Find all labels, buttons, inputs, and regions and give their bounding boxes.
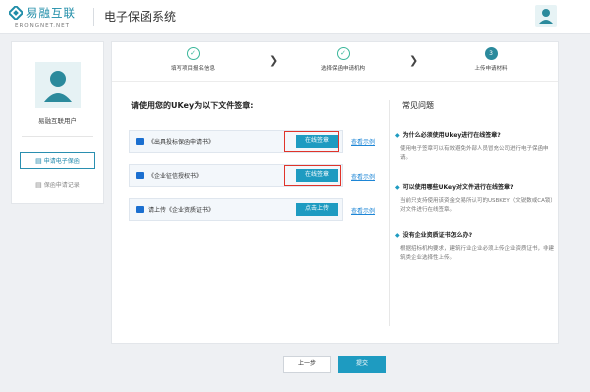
view-example-link[interactable]: 查看示例 xyxy=(351,137,375,146)
sidebar-user-name: 易融互联用户 xyxy=(38,117,77,125)
sidebar-item-label: 申请电子保函 xyxy=(43,158,80,165)
upload-button[interactable]: 点击上传 xyxy=(296,203,338,216)
document-row: 请上传《企业资质证书》 点击上传 xyxy=(129,198,343,221)
sidebar-item-records[interactable]: ▤ 保函申请记录 xyxy=(20,176,95,193)
highlight-frame xyxy=(284,131,339,152)
folder-icon xyxy=(136,172,144,179)
step-label: 选择保函申请机构 xyxy=(320,66,365,72)
logo[interactable]: 易融互联 ERONGNET.NET xyxy=(9,4,89,30)
faq-answer: 根据招标机构要求，建筑行业企业必须上传企业资质证书，非建筑类企业选择性上传。 xyxy=(400,246,555,261)
sidebar-item-apply[interactable]: ▤ 申请电子保函 xyxy=(20,152,95,169)
check-icon: ✓ xyxy=(186,47,200,60)
panel-divider xyxy=(389,100,390,326)
step-number: 3 xyxy=(484,47,498,60)
chevron-right-icon: ❯ xyxy=(269,54,279,67)
faq-question: ◆ 为什么必须使用Ukey进行在线签章? xyxy=(395,132,501,139)
top-bar: 易融互联 ERONGNET.NET 电子保函系统 xyxy=(0,0,590,34)
submit-button[interactable]: 提交 xyxy=(338,356,386,373)
bullet-icon: ◆ xyxy=(395,232,400,239)
sidebar-divider xyxy=(22,136,93,137)
system-title: 电子保函系统 xyxy=(104,10,177,24)
bullet-icon: ◆ xyxy=(395,184,400,191)
document-name: 《企业征信授权书》 xyxy=(148,173,203,180)
step-label: 上传申请材料 xyxy=(474,66,508,72)
record-icon: ▤ xyxy=(35,180,42,189)
step-3: 3 上传申请材料 xyxy=(441,47,541,72)
section-title: 请使用您的UKey为以下文件签章: xyxy=(131,101,254,110)
faq-question: ◆ 可以使用哪些UKey对文件进行在线签章? xyxy=(395,184,514,191)
main-panel: ✓ 填写项目报名信息 ❯ ✓ 选择保函申请机构 ❯ 3 上传申请材料 请使用您的… xyxy=(111,41,559,344)
sidebar-item-label: 保函申请记录 xyxy=(43,182,80,189)
logo-diamond-icon xyxy=(9,6,23,20)
step-2: ✓ 选择保函申请机构 xyxy=(293,47,393,72)
logo-domain: ERONGNET.NET xyxy=(15,23,70,29)
user-avatar-icon[interactable] xyxy=(535,5,557,27)
faq-title: 常见问题 xyxy=(402,101,434,110)
bullet-icon: ◆ xyxy=(395,132,400,139)
view-example-link[interactable]: 查看示例 xyxy=(351,172,375,181)
previous-step-button[interactable]: 上一步 xyxy=(283,356,331,373)
chevron-right-icon: ❯ xyxy=(409,54,419,67)
header-divider xyxy=(93,8,94,26)
folder-icon xyxy=(136,138,144,145)
sidebar: 易融互联用户 ▤ 申请电子保函 ▤ 保函申请记录 xyxy=(11,41,104,204)
document-name: 《出具投标保函申请书》 xyxy=(148,139,215,146)
faq-question: ◆ 没有企业资质证书怎么办? xyxy=(395,232,473,239)
view-example-link[interactable]: 查看示例 xyxy=(351,206,375,215)
step-progress: ✓ 填写项目报名信息 ❯ ✓ 选择保函申请机构 ❯ 3 上传申请材料 xyxy=(112,42,558,82)
step-label: 填写项目报名信息 xyxy=(170,66,215,72)
document-name: 请上传《企业资质证书》 xyxy=(148,207,215,214)
folder-icon xyxy=(136,206,144,213)
document-icon: ▤ xyxy=(35,156,42,165)
faq-answer: 使用电子签章可以有效避免外部人员冒充公司进行电子保函申请。 xyxy=(400,146,549,161)
logo-text: 易融互联 xyxy=(26,6,76,20)
avatar xyxy=(35,62,81,108)
step-1: ✓ 填写项目报名信息 xyxy=(143,47,243,72)
highlight-frame xyxy=(284,165,341,186)
faq-answer: 当前只支持使用该资金交易所认可的USBKEY（文锐数或CA锁）对文件进行在线签章… xyxy=(400,198,556,213)
check-icon: ✓ xyxy=(336,47,350,60)
